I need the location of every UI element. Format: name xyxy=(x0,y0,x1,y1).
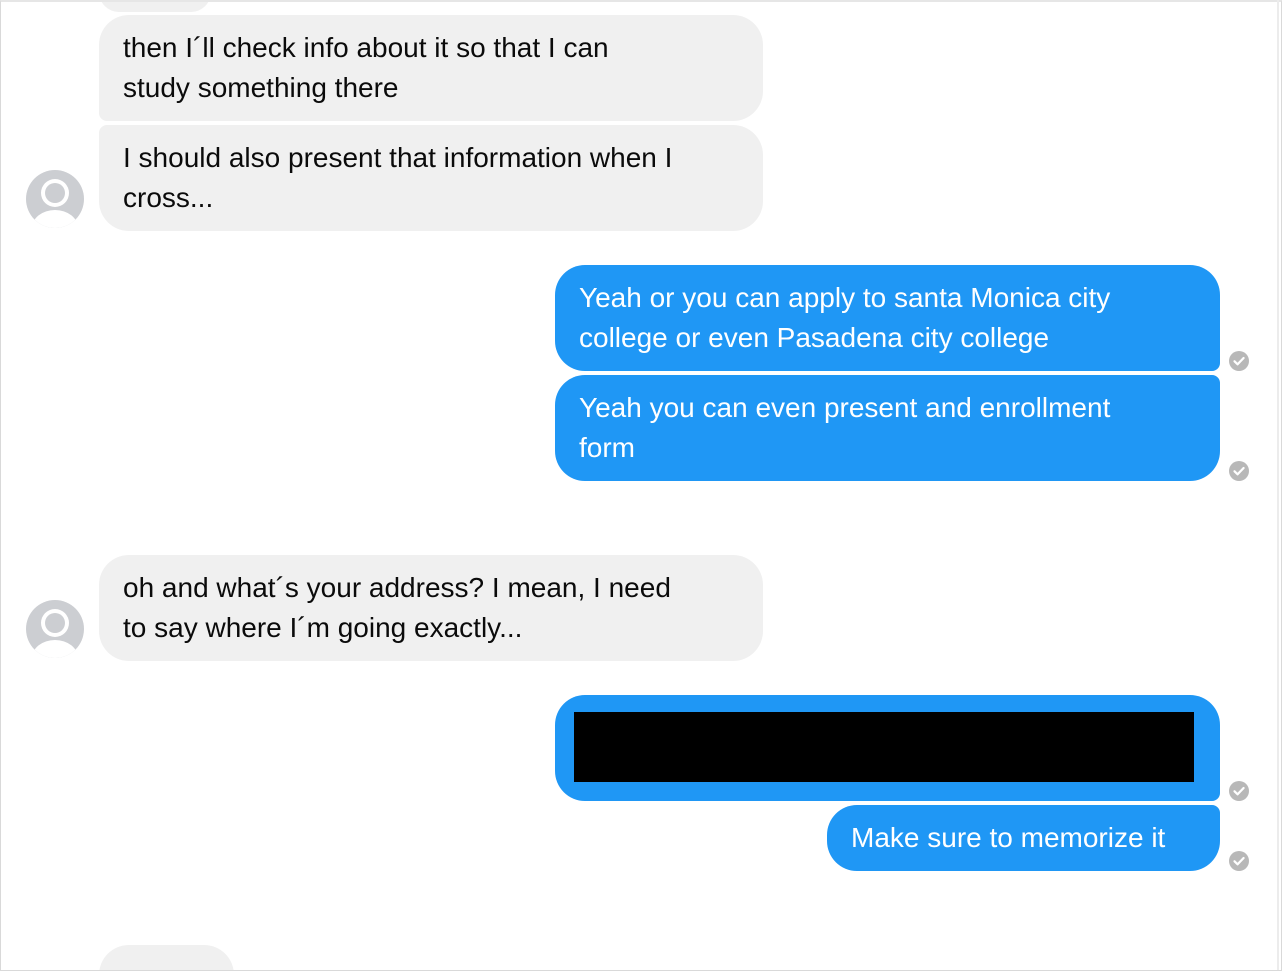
incoming-message[interactable]: I should also present that information w… xyxy=(99,125,763,231)
incoming-message[interactable]: oh and what´s your address? I mean, I ne… xyxy=(99,555,763,661)
redaction-block xyxy=(574,712,1194,782)
sent-check-icon xyxy=(1229,851,1249,871)
sent-check-icon xyxy=(1229,351,1249,371)
avatar-icon[interactable] xyxy=(26,170,84,228)
window-edge xyxy=(1277,0,1279,970)
avatar-icon[interactable] xyxy=(26,600,84,658)
chat-window: then I´ll check info about it so that I … xyxy=(0,0,1282,971)
partial-message-bottom xyxy=(99,945,234,970)
outgoing-message[interactable]: Yeah you can even present and enrollment… xyxy=(555,375,1220,481)
partial-message-top xyxy=(99,2,211,12)
outgoing-message[interactable]: Make sure to memorize it xyxy=(827,805,1220,871)
sent-check-icon xyxy=(1229,781,1249,801)
outgoing-message[interactable]: Yeah or you can apply to santa Monica ci… xyxy=(555,265,1220,371)
sent-check-icon xyxy=(1229,461,1249,481)
incoming-message[interactable]: then I´ll check info about it so that I … xyxy=(99,15,763,121)
